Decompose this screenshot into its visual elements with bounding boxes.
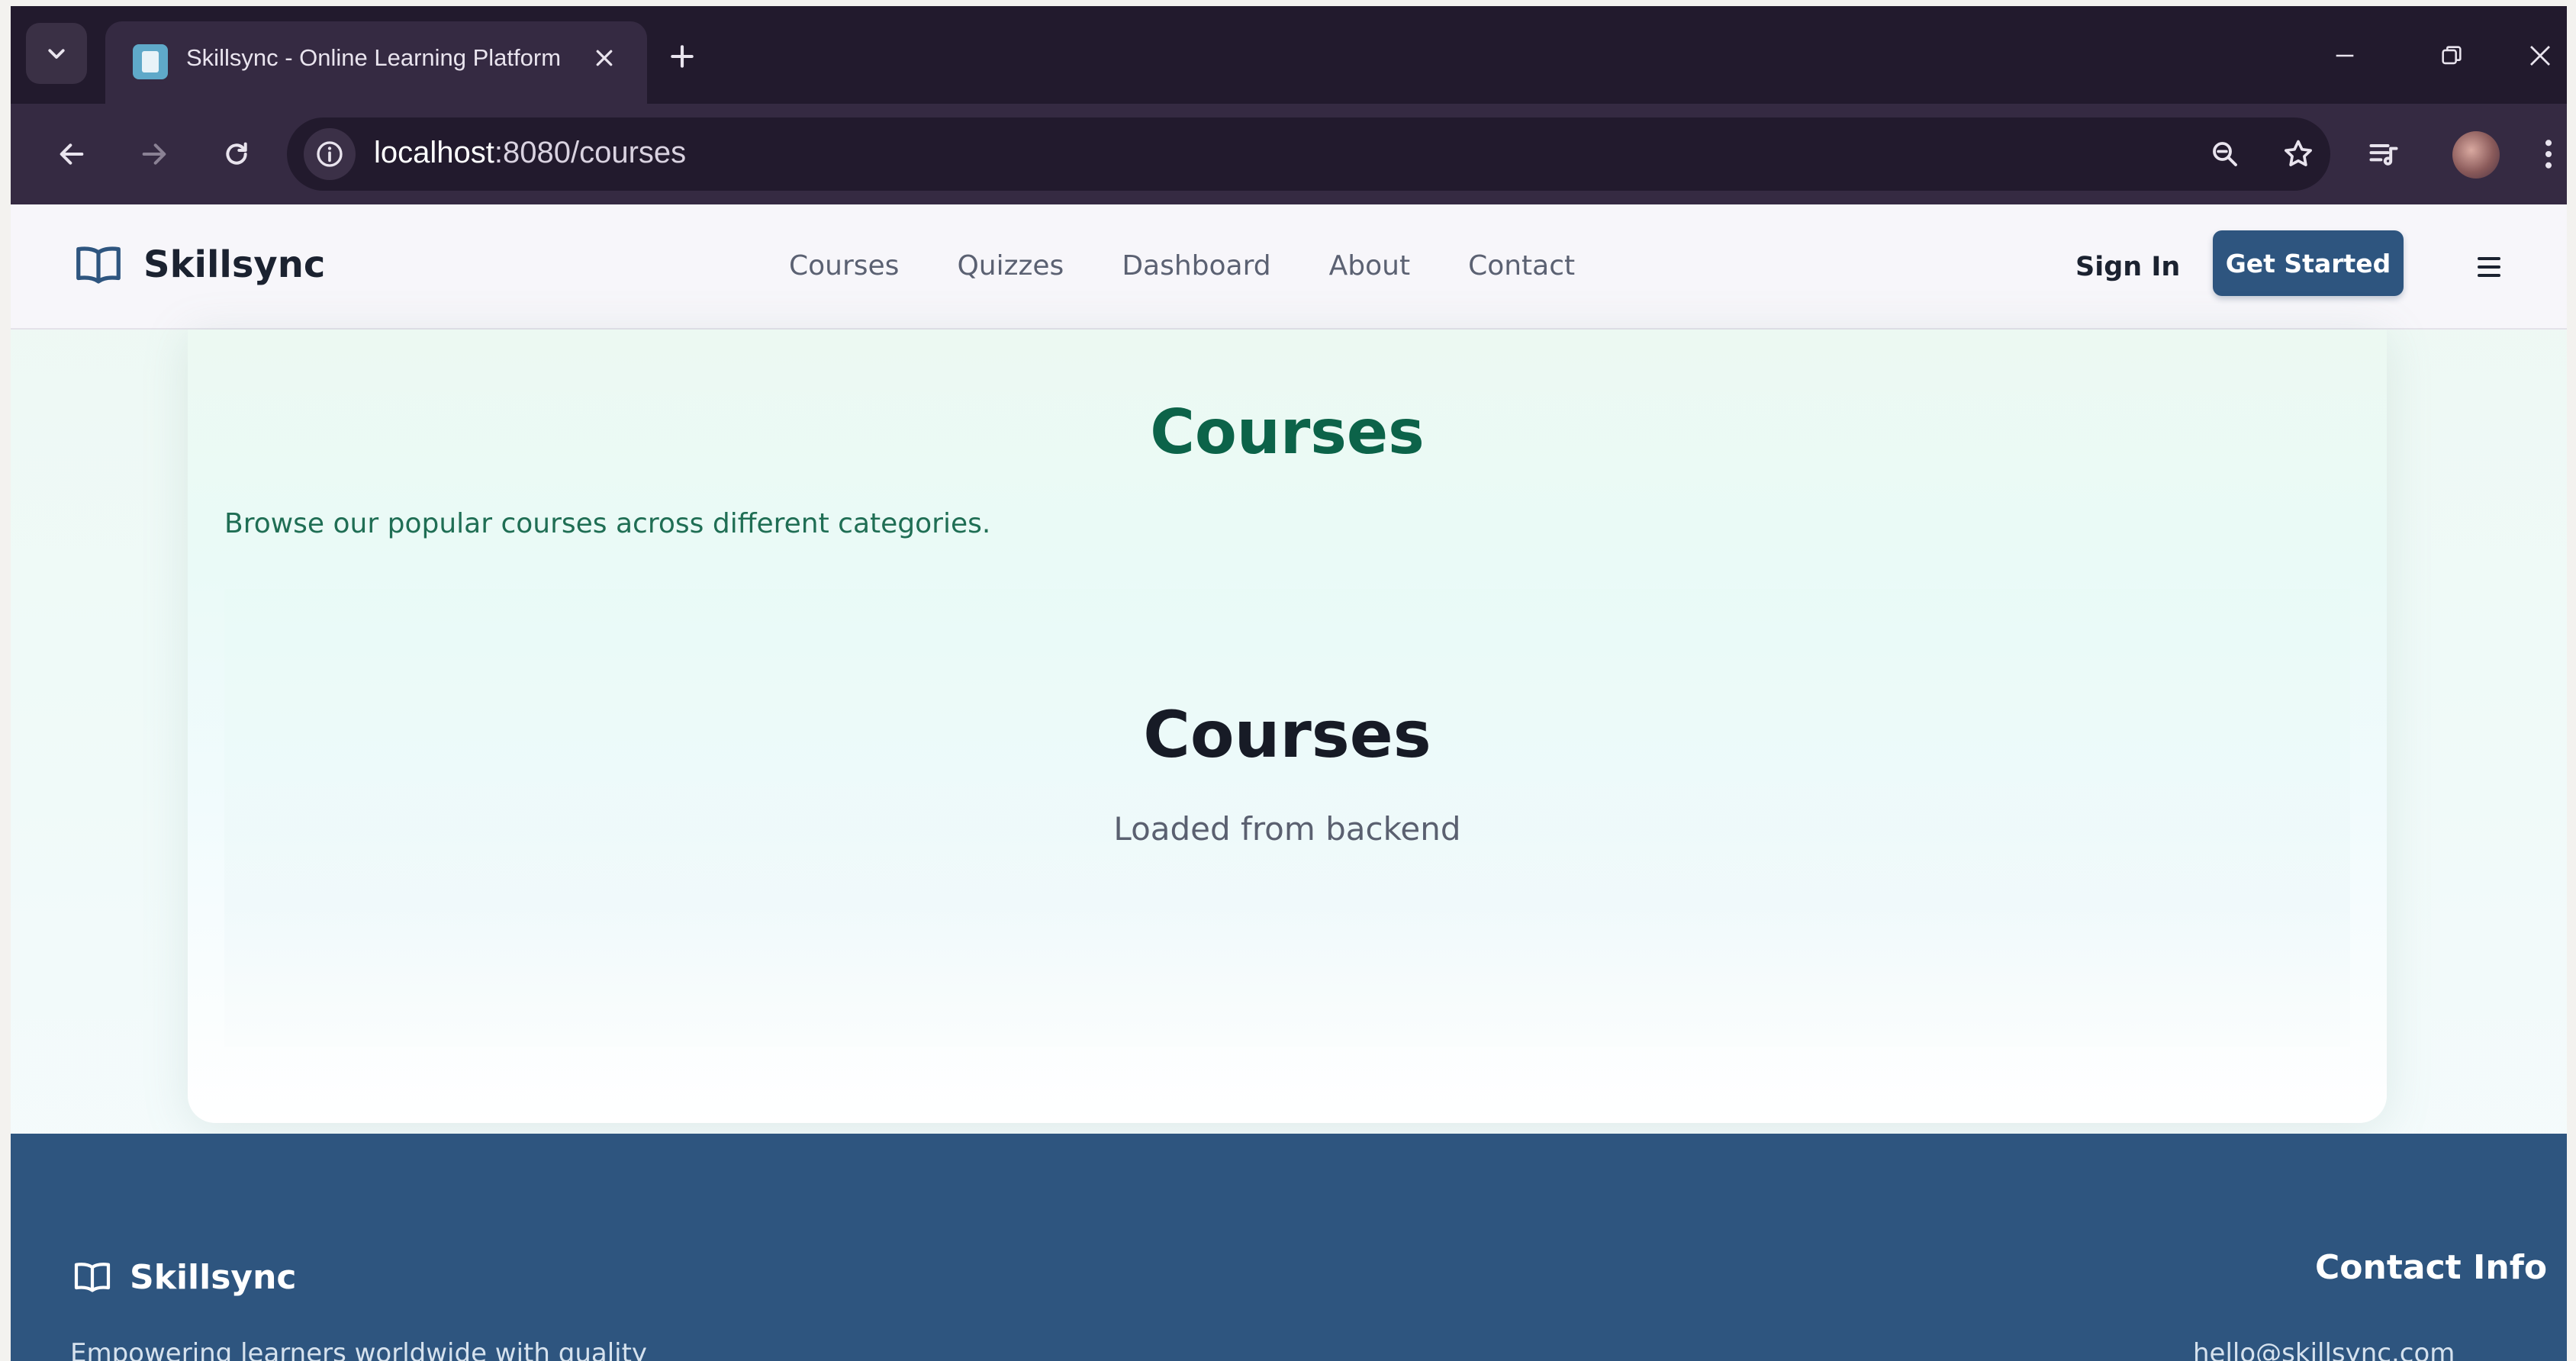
address-bar[interactable]: localhost:8080/courses — [287, 117, 2330, 191]
courses-section-title: Courses — [1143, 697, 1431, 772]
zoom-button[interactable] — [2202, 131, 2248, 177]
zoom-icon — [2213, 142, 2237, 166]
minimize-button[interactable] — [2318, 29, 2372, 82]
chevron-down-icon — [48, 49, 65, 59]
url-host: localhost — [374, 136, 494, 169]
nav-quizzes[interactable]: Quizzes — [957, 250, 1064, 282]
browser-toolbar: localhost:8080/courses — [11, 104, 2567, 204]
close-icon — [596, 50, 613, 66]
footer-contact-title: Contact Info — [2315, 1248, 2548, 1287]
browser-window: Skillsync - Online Learning Platform loc… — [11, 6, 2567, 1361]
tab-strip: Skillsync - Online Learning Platform — [11, 6, 2567, 104]
browser-menu-button[interactable] — [2533, 131, 2564, 177]
open-book-icon — [76, 246, 121, 284]
kebab-menu-icon — [2545, 140, 2552, 169]
tab-close-button[interactable] — [584, 38, 624, 78]
nav-courses[interactable]: Courses — [789, 250, 899, 282]
footer-tagline: Empowering learners worldwide with quali… — [70, 1338, 648, 1361]
bookmark-button[interactable] — [2275, 131, 2321, 177]
brand-name: Skillsync — [143, 243, 326, 286]
star-icon — [2285, 140, 2312, 166]
media-queue-button[interactable] — [2361, 131, 2407, 177]
close-icon — [2530, 46, 2550, 66]
info-icon — [317, 141, 343, 167]
restore-icon — [2442, 46, 2462, 65]
arrow-right-icon — [142, 143, 166, 165]
courses-section-subtitle: Loaded from backend — [1113, 810, 1461, 848]
open-book-icon — [74, 1263, 111, 1292]
page-viewport: Skillsync Courses Quizzes Dashboard Abou… — [11, 204, 2567, 1361]
document-icon — [133, 44, 168, 79]
footer-brand-name: Skillsync — [130, 1257, 297, 1297]
url-text[interactable]: localhost:8080/courses — [374, 136, 686, 170]
page-title: Courses — [1150, 397, 1425, 468]
plus-icon — [671, 45, 694, 68]
reload-icon — [226, 142, 247, 165]
minimize-icon — [2336, 54, 2354, 57]
forward-button[interactable] — [127, 127, 182, 182]
media-queue-icon — [2369, 143, 2398, 166]
nav-about[interactable]: About — [1329, 250, 1410, 282]
site-info-button[interactable] — [304, 128, 356, 180]
nav-contact[interactable]: Contact — [1468, 250, 1575, 282]
main-nav: Courses Quizzes Dashboard About Contact — [789, 250, 1633, 282]
courses-card: Courses Browse our popular courses acros… — [188, 330, 2387, 1123]
browser-tab-active[interactable]: Skillsync - Online Learning Platform — [105, 21, 647, 104]
profile-avatar[interactable] — [2452, 131, 2500, 179]
restore-button[interactable] — [2425, 29, 2478, 82]
site-header: Skillsync Courses Quizzes Dashboard Abou… — [11, 204, 2567, 330]
brand-logo[interactable]: Skillsync — [70, 238, 325, 291]
sign-in-link[interactable]: Sign In — [2075, 252, 2180, 282]
get-started-button[interactable]: Get Started — [2213, 230, 2404, 296]
site-footer: Skillsync Empowering learners worldwide … — [11, 1134, 2567, 1361]
reload-button[interactable] — [209, 127, 264, 182]
page-description: Browse our popular courses across differ… — [224, 508, 991, 539]
new-tab-button[interactable] — [659, 34, 705, 79]
footer-brand[interactable]: Skillsync — [70, 1256, 296, 1298]
tab-title: Skillsync - Online Learning Platform — [186, 44, 562, 71]
arrow-left-icon — [60, 143, 84, 165]
hamburger-icon[interactable] — [2466, 247, 2512, 287]
close-window-button[interactable] — [2513, 29, 2567, 82]
footer-contact-email[interactable]: hello@skillsync.com — [2193, 1338, 2455, 1361]
nav-dashboard[interactable]: Dashboard — [1122, 250, 1270, 282]
url-path: :8080/courses — [494, 136, 687, 169]
courses-list-section: Courses Loaded from backend — [224, 589, 2350, 1047]
tab-search-button[interactable] — [26, 23, 87, 84]
back-button[interactable] — [44, 127, 99, 182]
